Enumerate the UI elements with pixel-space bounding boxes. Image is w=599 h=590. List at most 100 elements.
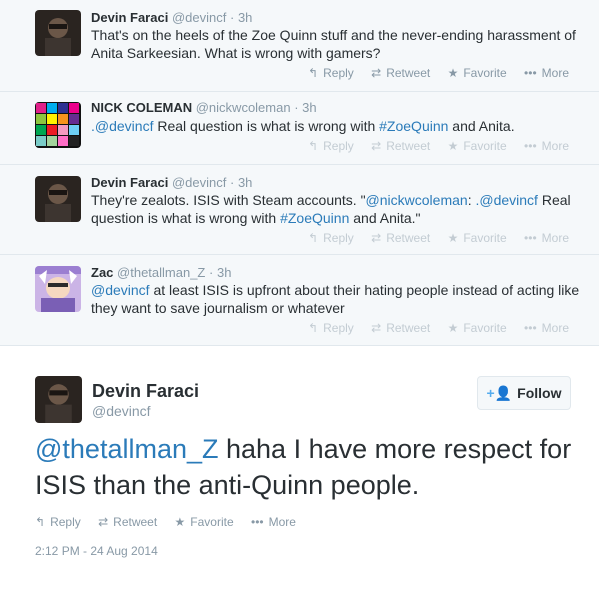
avatar[interactable] bbox=[35, 176, 81, 222]
favorite-button[interactable]: ★ Favorite bbox=[448, 139, 507, 153]
follow-label: Follow bbox=[517, 385, 562, 401]
star-icon: ★ bbox=[447, 231, 459, 245]
more-button[interactable]: ••• More bbox=[524, 66, 569, 80]
separator: · bbox=[229, 175, 235, 190]
tweet-text: @devincf at least ISIS is upfront about … bbox=[91, 281, 581, 317]
star-icon: ★ bbox=[447, 66, 459, 80]
avatar[interactable] bbox=[35, 376, 82, 423]
favorite-button[interactable]: ★ Favorite bbox=[175, 515, 234, 529]
tweet-header: Zac @thetallman_Z · 3h bbox=[91, 265, 231, 280]
mention-link[interactable]: @thetallman_Z bbox=[35, 434, 219, 464]
star-icon: ★ bbox=[447, 139, 459, 153]
reply-button[interactable]: ↰ Reply bbox=[308, 231, 354, 245]
user-name[interactable]: Devin Faraci bbox=[91, 10, 168, 25]
tweet[interactable]: NICK COLEMAN @nickwcoleman · 3h .@devinc… bbox=[0, 92, 599, 165]
retweet-icon: ⇄ bbox=[371, 66, 382, 80]
add-user-icon: +👤 bbox=[486, 384, 513, 401]
user-name[interactable]: Zac bbox=[91, 265, 113, 280]
tweet-timestamp[interactable]: 2:12 PM - 24 Aug 2014 bbox=[35, 544, 158, 558]
favorite-button[interactable]: ★ Favorite bbox=[448, 321, 507, 335]
separator: · bbox=[294, 100, 299, 115]
tweet-text-body: and Anita." bbox=[349, 210, 421, 226]
favorite-button[interactable]: ★ Favorite bbox=[448, 231, 507, 245]
retweet-button[interactable]: ⇄ Retweet bbox=[371, 231, 430, 245]
tweet-header: NICK COLEMAN @nickwcoleman · 3h bbox=[91, 100, 317, 115]
more-button[interactable]: ••• More bbox=[524, 139, 569, 153]
star-icon: ★ bbox=[174, 515, 186, 529]
separator: · bbox=[209, 265, 214, 280]
tweet-header: Devin Faraci @devincf · 3h bbox=[91, 175, 252, 190]
tweet-actions: ↰ Reply ⇄ Retweet ★ Favorite ••• More bbox=[294, 139, 569, 153]
mention-link[interactable]: @nickwcoleman bbox=[366, 192, 468, 208]
more-dots-icon: ••• bbox=[524, 139, 537, 153]
reply-button[interactable]: ↰ Reply bbox=[308, 139, 354, 153]
tweet-text: They're zealots. ISIS with Steam account… bbox=[91, 191, 581, 227]
avatar[interactable] bbox=[35, 10, 81, 56]
retweet-button[interactable]: ⇄ Retweet bbox=[371, 139, 430, 153]
star-icon: ★ bbox=[447, 321, 459, 335]
tweet[interactable]: Devin Faraci @devincf · 3h That's on the… bbox=[0, 0, 599, 92]
favorite-button[interactable]: ★ Favorite bbox=[448, 66, 507, 80]
avatar[interactable] bbox=[35, 266, 81, 312]
retweet-icon: ⇄ bbox=[371, 139, 382, 153]
tweet-actions: ↰ Reply ⇄ Retweet ★ Favorite ••• More bbox=[294, 231, 569, 245]
retweet-button[interactable]: ⇄ Retweet bbox=[371, 321, 430, 335]
reply-icon: ↰ bbox=[308, 321, 319, 335]
tweet-text-body: They're zealots. ISIS with Steam account… bbox=[91, 192, 366, 208]
tweet[interactable]: Devin Faraci @devincf · 3h They're zealo… bbox=[0, 165, 599, 255]
user-name[interactable]: Devin Faraci bbox=[92, 381, 199, 402]
user-name[interactable]: Devin Faraci bbox=[91, 175, 168, 190]
retweet-button[interactable]: ⇄ Retweet bbox=[98, 515, 157, 529]
reply-icon: ↰ bbox=[308, 66, 319, 80]
conversation-thread: Devin Faraci @devincf · 3h That's on the… bbox=[0, 0, 599, 346]
more-button[interactable]: ••• More bbox=[524, 321, 569, 335]
reply-icon: ↰ bbox=[35, 515, 46, 529]
tweet-text-body: Real question is what is wrong with bbox=[153, 118, 380, 134]
retweet-icon: ⇄ bbox=[98, 515, 109, 529]
reply-button[interactable]: ↰ Reply bbox=[308, 321, 354, 335]
more-dots-icon: ••• bbox=[251, 515, 264, 529]
retweet-button[interactable]: ⇄ Retweet bbox=[371, 66, 430, 80]
tweet-actions: ↰ Reply ⇄ Retweet ★ Favorite ••• More bbox=[35, 515, 296, 529]
mention-link[interactable]: .@devincf bbox=[475, 192, 537, 208]
user-handle[interactable]: @thetallman_Z bbox=[117, 265, 205, 280]
more-button[interactable]: ••• More bbox=[251, 515, 296, 529]
hashtag-link[interactable]: #ZoeQuinn bbox=[379, 118, 448, 134]
avatar[interactable] bbox=[35, 102, 81, 148]
mention-link[interactable]: @devincf bbox=[91, 282, 150, 298]
reply-icon: ↰ bbox=[308, 139, 319, 153]
reply-icon: ↰ bbox=[308, 231, 319, 245]
tweet-actions: ↰ Reply ⇄ Retweet ★ Favorite ••• More bbox=[294, 66, 569, 80]
separator: · bbox=[229, 10, 235, 25]
user-handle[interactable]: @nickwcoleman bbox=[196, 100, 291, 115]
main-tweet: Devin Faraci @devincf +👤 Follow @thetall… bbox=[0, 347, 599, 590]
more-button[interactable]: ••• More bbox=[524, 231, 569, 245]
user-handle[interactable]: @devincf bbox=[172, 175, 226, 190]
retweet-icon: ⇄ bbox=[371, 321, 382, 335]
hashtag-link[interactable]: #ZoeQuinn bbox=[280, 210, 349, 226]
tweet-text-body: and Anita. bbox=[448, 118, 515, 134]
reply-button[interactable]: ↰ Reply bbox=[308, 66, 354, 80]
tweet-time[interactable]: 3h bbox=[238, 175, 252, 190]
retweet-icon: ⇄ bbox=[371, 231, 382, 245]
tweet-text-body: That's on the heels of the Zoe Quinn stu… bbox=[91, 27, 576, 61]
reply-button[interactable]: ↰ Reply bbox=[35, 515, 81, 529]
tweet-time[interactable]: 3h bbox=[217, 265, 231, 280]
tweet-time[interactable]: 3h bbox=[302, 100, 316, 115]
tweet-header: Devin Faraci @devincf · 3h bbox=[91, 10, 252, 25]
more-dots-icon: ••• bbox=[524, 231, 537, 245]
tweet-time[interactable]: 3h bbox=[238, 10, 252, 25]
tweet[interactable]: Zac @thetallman_Z · 3h @devincf at least… bbox=[0, 255, 599, 346]
tweet-text: .@devincf Real question is what is wrong… bbox=[91, 117, 581, 135]
tweet-actions: ↰ Reply ⇄ Retweet ★ Favorite ••• More bbox=[294, 321, 569, 335]
tweet-text: @thetallman_Z haha I have more respect f… bbox=[35, 431, 575, 503]
user-handle[interactable]: @devincf bbox=[92, 403, 151, 419]
tweet-text-body: at least ISIS is upfront about their hat… bbox=[91, 282, 580, 316]
user-handle[interactable]: @devincf bbox=[172, 10, 226, 25]
more-dots-icon: ••• bbox=[524, 321, 537, 335]
tweet-text: That's on the heels of the Zoe Quinn stu… bbox=[91, 26, 581, 62]
mention-link[interactable]: .@devincf bbox=[91, 118, 153, 134]
follow-button[interactable]: +👤 Follow bbox=[477, 376, 571, 410]
user-name[interactable]: NICK COLEMAN bbox=[91, 100, 192, 115]
more-dots-icon: ••• bbox=[524, 66, 537, 80]
